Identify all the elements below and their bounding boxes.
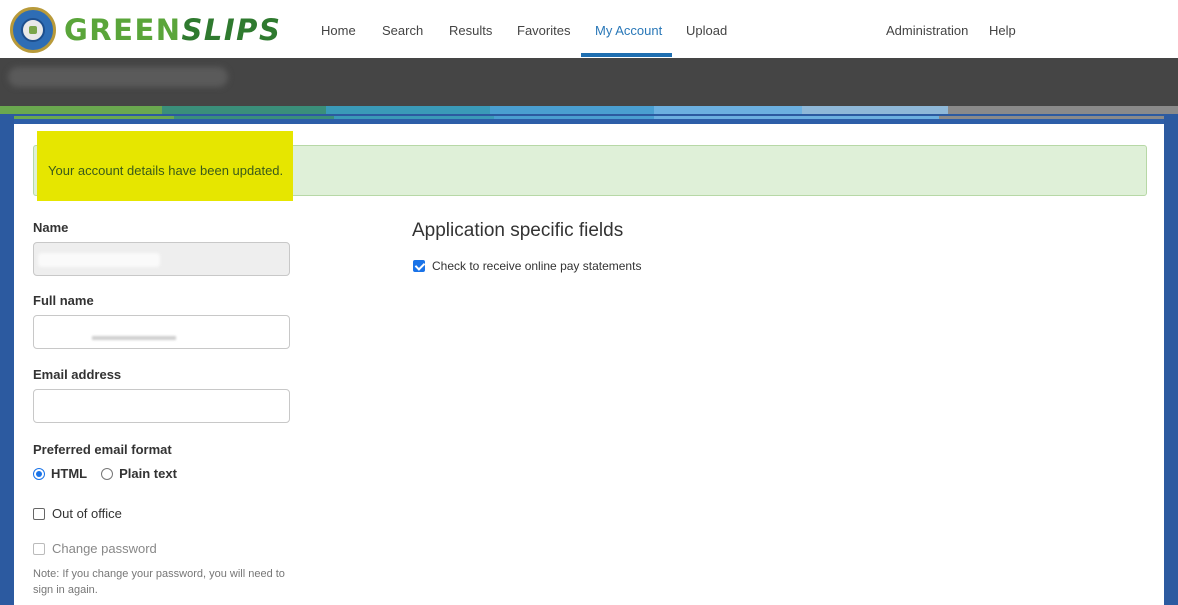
content-frame-top-strip <box>14 116 1164 124</box>
pay-statements-checkbox[interactable] <box>413 260 425 272</box>
redacted-full-name-value <box>92 336 176 340</box>
out-of-office-label[interactable]: Out of office <box>52 506 122 521</box>
city-seal-logo-icon[interactable] <box>10 7 56 53</box>
top-navigation-bar: GREENSLIPS Home Search Results Favorites… <box>0 0 1178 58</box>
app-logo[interactable]: GREENSLIPS <box>64 12 281 48</box>
nav-results[interactable]: Results <box>449 23 492 38</box>
nav-search[interactable]: Search <box>382 23 423 38</box>
redacted-user-name <box>8 67 228 87</box>
full-name-label: Full name <box>33 293 94 308</box>
email-format-options: HTML Plain text <box>33 466 177 481</box>
out-of-office-row: Out of office <box>33 506 122 521</box>
pay-statements-label[interactable]: Check to receive online pay statements <box>432 259 641 273</box>
nav-administration[interactable]: Administration <box>886 23 968 38</box>
color-stripe <box>0 106 1178 114</box>
format-html-label[interactable]: HTML <box>51 466 87 481</box>
email-field[interactable] <box>33 389 290 423</box>
nav-my-account[interactable]: My Account <box>595 23 662 38</box>
app-fields-title: Application specific fields <box>412 220 624 241</box>
email-format-label: Preferred email format <box>33 442 172 457</box>
nav-upload[interactable]: Upload <box>686 23 727 38</box>
alert-message: Your account details have been updated. <box>48 163 284 178</box>
email-label: Email address <box>33 367 122 382</box>
change-password-checkbox[interactable] <box>33 542 45 555</box>
format-plain-text-label[interactable]: Plain text <box>119 466 177 481</box>
out-of-office-checkbox[interactable] <box>33 507 45 520</box>
change-password-label[interactable]: Change password <box>52 541 157 556</box>
full-name-field[interactable] <box>33 315 290 349</box>
change-password-row: Change password <box>33 541 157 556</box>
nav-help[interactable]: Help <box>989 23 1016 38</box>
nav-favorites[interactable]: Favorites <box>517 23 570 38</box>
format-html-radio[interactable] <box>33 467 45 480</box>
password-note: Note: If you change your password, you w… <box>33 568 285 596</box>
nav-home[interactable]: Home <box>321 23 356 38</box>
name-label: Name <box>33 220 69 235</box>
format-plain-text-radio[interactable] <box>101 467 114 480</box>
active-tab-indicator <box>581 53 672 57</box>
pay-statements-row: Check to receive online pay statements <box>413 259 641 273</box>
redacted-name-value <box>38 253 160 267</box>
